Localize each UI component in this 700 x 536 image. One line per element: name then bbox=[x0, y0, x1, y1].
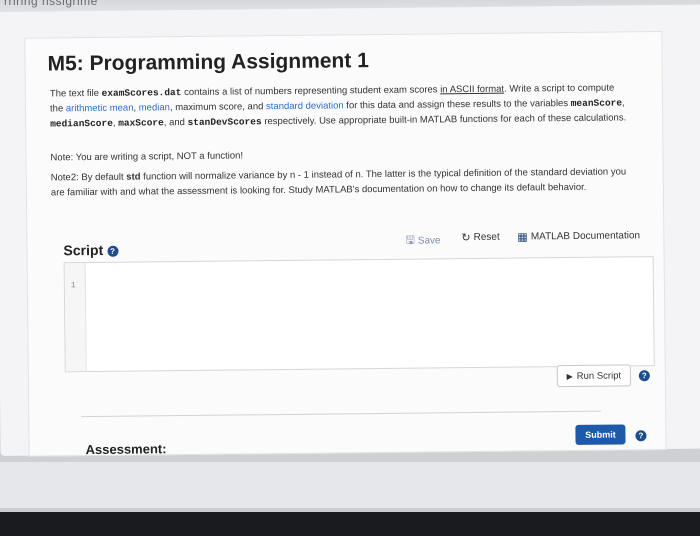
run-script-button[interactable]: ▶ Run Script bbox=[556, 364, 631, 388]
page: M5: Programming Assignment 1 The text fi… bbox=[0, 4, 700, 458]
line-gutter: 1 bbox=[64, 263, 87, 372]
top-strip-text: rriring nssigrime bbox=[4, 0, 98, 8]
variable-name: maxScore bbox=[118, 117, 164, 129]
book-icon: ▦ bbox=[517, 231, 528, 244]
desc-text: , bbox=[621, 97, 625, 109]
run-script-label: Run Script bbox=[576, 369, 622, 382]
std-keyword: std bbox=[126, 171, 141, 183]
matlab-documentation-link[interactable]: ▦ MATLAB Documentation bbox=[517, 229, 640, 243]
desc-text: The text file bbox=[49, 87, 102, 100]
standard-deviation-link[interactable]: standard deviation bbox=[266, 100, 344, 112]
desc-text: respectively. Use appropriate built-in M… bbox=[261, 112, 627, 128]
script-label: Script bbox=[63, 241, 104, 259]
play-icon: ▶ bbox=[566, 371, 573, 381]
reset-icon: ↻ bbox=[461, 232, 471, 245]
help-icon[interactable]: ? bbox=[107, 245, 119, 257]
screen-bezel bbox=[0, 512, 700, 536]
desc-text: , maximum score, and bbox=[169, 101, 267, 114]
save-label: Save bbox=[417, 235, 441, 247]
help-icon[interactable]: ? bbox=[635, 430, 647, 442]
desc-text: , and bbox=[163, 117, 188, 129]
arithmetic-mean-link[interactable]: arithmetic mean bbox=[66, 103, 134, 115]
ascii-format-link[interactable]: in ASCII format bbox=[440, 84, 504, 96]
docs-label: MATLAB Documentation bbox=[530, 230, 641, 243]
page-title: M5: Programming Assignment 1 bbox=[47, 49, 369, 76]
desc-text: for this data and assign these results t… bbox=[343, 97, 571, 112]
variable-name: stanDevScores bbox=[187, 116, 262, 128]
reset-label: Reset bbox=[473, 231, 500, 244]
help-icon[interactable]: ? bbox=[638, 370, 650, 382]
assessment-heading: Assessment: bbox=[85, 441, 167, 458]
section-divider bbox=[81, 410, 602, 418]
median-link[interactable]: median bbox=[139, 102, 170, 113]
variable-name: medianScore bbox=[50, 117, 113, 130]
submit-button[interactable]: Submit bbox=[575, 424, 626, 445]
screen-bottom bbox=[0, 462, 700, 536]
reset-button[interactable]: ↻ Reset bbox=[461, 231, 499, 244]
note-1: Note: You are writing a script, NOT a fu… bbox=[50, 150, 244, 164]
problem-description: The text file examScores.dat contains a … bbox=[50, 80, 630, 131]
save-button[interactable]: 🖫 Save bbox=[405, 231, 440, 250]
script-heading: Script ? bbox=[63, 241, 119, 259]
variable-name: meanScore bbox=[570, 97, 623, 109]
assignment-card: M5: Programming Assignment 1 The text fi… bbox=[24, 31, 667, 458]
lower-background bbox=[0, 462, 700, 508]
save-icon: 🖫 bbox=[405, 234, 415, 247]
file-name: examScores.dat bbox=[101, 87, 182, 99]
line-number: 1 bbox=[70, 281, 76, 291]
code-editor[interactable]: 1 bbox=[63, 256, 655, 373]
desc-text: contains a list of numbers representing … bbox=[181, 84, 441, 99]
note-2: Note2: By default std function will norm… bbox=[51, 164, 631, 200]
note2-text: Note2: By default bbox=[50, 171, 124, 184]
